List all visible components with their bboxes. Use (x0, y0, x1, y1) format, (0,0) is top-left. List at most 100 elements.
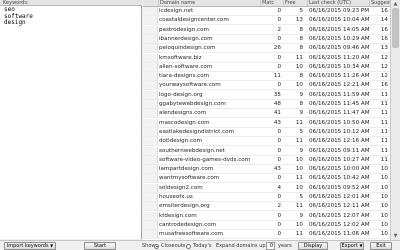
column-header-last-check[interactable]: Last check (UTC) (307, 0, 369, 6)
scroll-down-icon[interactable]: ▼ (391, 232, 400, 240)
scroll-up-icon[interactable]: ▲ (391, 0, 400, 8)
row-index (143, 220, 158, 229)
suggestion-score: 16 (380, 26, 388, 33)
row-index (143, 25, 158, 34)
domain-name: lampartdesign.com (159, 166, 214, 173)
table-row[interactable]: musafreesoftware.com 0 11 06/16/2015 11:06 … (143, 230, 390, 240)
last-check-time: 06/16/2015 11:26 AM (309, 73, 370, 80)
domain-name: ibannerdesign.com (159, 35, 213, 42)
table-row[interactable]: alendesigns.com 41 9 06/16/2015 11:47 AM 11 (143, 109, 390, 119)
matches-count: 2 (277, 26, 281, 33)
import-keywords-button[interactable]: Import keywords ▼ (4, 242, 56, 250)
free-count: 5 (299, 8, 303, 14)
row-index (143, 72, 158, 81)
suggestion-score: 10 (380, 212, 388, 219)
matches-count: 43 (273, 119, 281, 126)
exit-button[interactable]: Exit (370, 242, 392, 250)
free-count: 11 (295, 203, 303, 210)
table-row[interactable]: ggabytewebdesign.com 48 8 06/16/2015 11:45 … (143, 100, 390, 109)
table-row[interactable]: wantmysoftware.com 0 11 06/16/2015 10:42 AM… (143, 174, 390, 184)
table-row[interactable]: ibannerdesign.com 0 8 06/16/2015 10:29 AM 16 (143, 34, 390, 44)
column-header-index[interactable] (143, 0, 158, 6)
domain-name: coastaldesigncenter.com (159, 17, 229, 24)
domain-name: alendesigns.com (159, 110, 207, 117)
suggestion-score: 11 (380, 128, 388, 135)
table-row[interactable]: emsiterdesign.org 2 11 06/16/2015 12:11 AM 1… (143, 202, 390, 212)
last-check-time: 06/16/2015 11:45 AM (309, 101, 370, 107)
table-row[interactable]: coastaldesigncenter.com 0 13 06/16/2015 10:… (143, 16, 390, 26)
suggestion-score: 10 (380, 184, 388, 191)
last-check-time: 06/16/2015 09:23 PM (309, 8, 370, 14)
suggestion-score: 10 (380, 166, 388, 173)
table-row[interactable]: software-video-games-dvds.com 0 10 06/16/20… (143, 155, 390, 165)
table-row[interactable]: soldesign2.com 4 10 06/16/2015 09:52 AM 10 (143, 183, 390, 193)
table-row[interactable]: cantrodedesign.com 0 10 06/16/2015 12:02 AM… (143, 220, 390, 230)
keywords-textarea[interactable]: seo software design (0, 6, 142, 239)
table-row[interactable]: peloquindesign.com 26 8 06/16/2015 09:46 AM… (143, 44, 390, 54)
table-row[interactable]: kmsoftware.biz 0 11 06/16/2015 11:20 AM 12 (143, 53, 390, 63)
table-row[interactable]: logo-design.org 35 9 06/16/2015 11:59 AM 11 (143, 90, 390, 100)
table-row[interactable]: eastlakedesigndistrict.com 0 5 06/16/2015 1… (143, 127, 390, 137)
matches-count: 26 (273, 45, 281, 52)
vertical-scrollbar[interactable]: ▲ ▼ (390, 0, 400, 240)
table-row[interactable]: icdesign.net 0 5 06/16/2015 09:23 PM 16 (143, 7, 390, 16)
display-button[interactable]: Display (298, 242, 328, 250)
free-count: 10 (295, 166, 303, 173)
table-row[interactable]: lampartdesign.com 43 10 06/16/2015 10:00 AM… (143, 165, 390, 175)
free-count: 11 (295, 138, 303, 145)
last-check-time: 06/16/2015 12:16 AM (309, 138, 370, 145)
start-button[interactable]: Start (84, 242, 116, 250)
free-count: 5 (299, 194, 303, 200)
matches-count: 0 (277, 147, 281, 154)
row-index (143, 7, 158, 15)
free-count: 8 (299, 101, 303, 107)
table-row[interactable]: ktdesign.com 0 9 06/16/2015 12:07 AM 10 (143, 211, 390, 221)
export-button[interactable]: Export ▼ (340, 242, 364, 250)
domain-name: pastrodesign.com (159, 26, 209, 33)
matches-count: 0 (277, 212, 281, 219)
last-check-time: 06/16/2015 09:46 AM (309, 45, 370, 52)
last-check-time: 06/16/2015 12:11 AM (309, 203, 370, 210)
suggestion-score: 12 (380, 54, 388, 61)
free-count: 9 (299, 110, 303, 117)
matches-count: 0 (277, 128, 281, 135)
last-check-time: 06/16/2015 10:50 AM (309, 119, 370, 126)
suggestion-score: 10 (380, 175, 388, 182)
table-row[interactable]: allen-software.com 0 10 06/16/2015 10:34 AM… (143, 62, 390, 72)
suggestion-score: 11 (380, 101, 388, 107)
suggestion-score: 16 (380, 82, 388, 89)
matches-count: 0 (277, 194, 281, 200)
row-index (143, 81, 158, 90)
matches-count: 0 (277, 8, 281, 14)
suggestion-score: 11 (380, 138, 388, 145)
years-input[interactable]: 0 (266, 242, 275, 250)
export-label: Export (341, 243, 358, 249)
column-header-matches[interactable]: Matc (260, 0, 283, 6)
free-count: 11 (295, 119, 303, 126)
table-row[interactable]: tiara-designs.com 11 8 06/16/2015 11:26 AM 1… (143, 72, 390, 82)
last-check-time: 06/16/2015 12:01 AM (309, 194, 370, 200)
free-count: 11 (295, 54, 303, 61)
table-row[interactable]: mascodesign.com 43 11 06/16/2015 10:50 AM 11 (143, 118, 390, 128)
table-row[interactable]: houseofx.us 0 5 06/16/2015 12:01 AM 10 (143, 193, 390, 202)
table-row[interactable]: dotldesign.com 0 11 06/16/2015 12:16 AM 11 (143, 137, 390, 147)
table-row[interactable]: southernwebdesign.net 0 9 06/16/2015 09:11 … (143, 146, 390, 156)
suggestion-score: 13 (380, 45, 388, 52)
column-header-free[interactable]: Free (283, 0, 307, 6)
scrollbar-thumb[interactable] (392, 8, 399, 48)
column-header-domain[interactable]: Domain name (158, 0, 260, 6)
matches-count: 35 (273, 91, 281, 98)
matches-count: 0 (277, 138, 281, 145)
row-index (143, 90, 158, 99)
row-index (143, 118, 158, 127)
column-header-suggestion[interactable]: Suggestion (369, 0, 390, 6)
row-index (143, 53, 158, 62)
table-row[interactable]: pastrodesign.com 2 8 06/16/2015 14:05 AM 16 (143, 25, 390, 35)
last-check-time: 06/16/2015 12:02 AM (309, 221, 370, 228)
domain-name: emsiterdesign.org (159, 203, 210, 210)
todays-radio[interactable] (186, 243, 191, 249)
domain-name: ktdesign.com (159, 212, 197, 219)
free-count: 10 (295, 82, 303, 89)
closeouts-radio[interactable] (154, 243, 159, 249)
table-row[interactable]: yourwaysoftware.com 0 10 06/16/2015 12:21 A… (143, 81, 390, 91)
